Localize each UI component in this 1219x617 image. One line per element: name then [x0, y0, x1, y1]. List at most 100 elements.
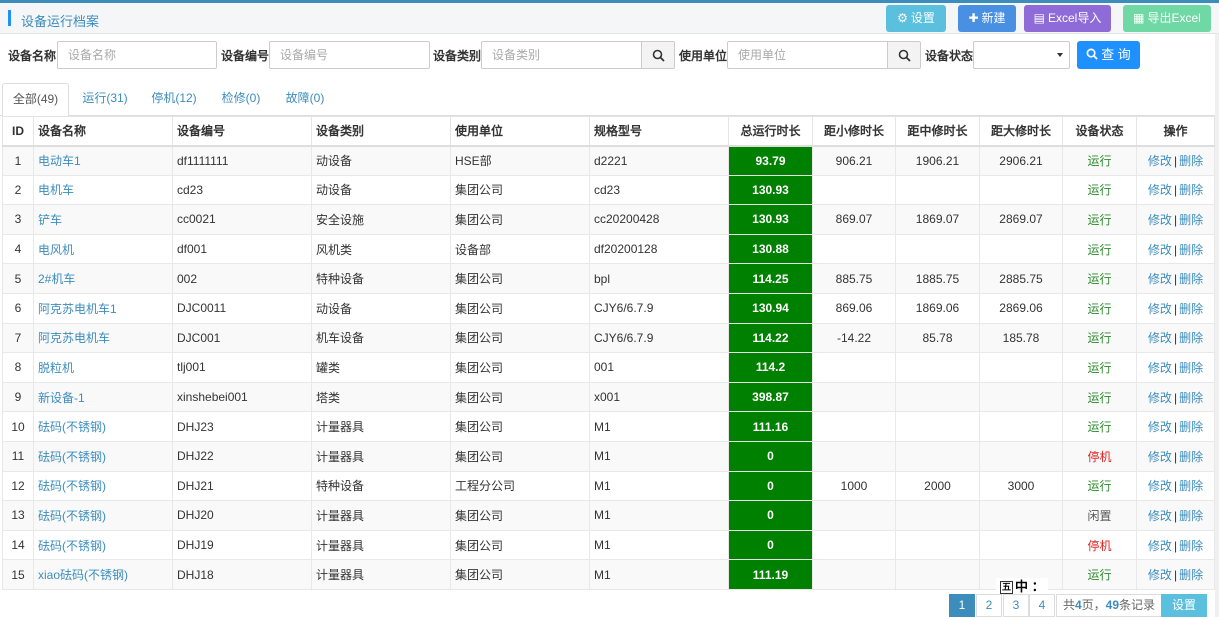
page-title: 设备运行档案 — [21, 14, 100, 29]
code-filter-input[interactable] — [269, 41, 430, 69]
equipment-name-link[interactable]: 砝码(不锈钢) — [38, 479, 106, 493]
edit-link[interactable]: 修改 — [1148, 272, 1172, 286]
equipment-name-link[interactable]: 阿克苏电机车 — [38, 331, 110, 345]
edit-link[interactable]: 修改 — [1148, 243, 1172, 257]
type-search-button[interactable] — [641, 41, 675, 69]
cell-type: 机车设备 — [311, 322, 451, 354]
delete-link[interactable]: 删除 — [1179, 272, 1203, 286]
cell-code: DJC001 — [172, 322, 312, 354]
excel-import-button[interactable]: ▤ Excel导入 — [1024, 5, 1111, 32]
equipment-name-link[interactable]: 脱粒机 — [38, 361, 74, 375]
edit-link[interactable]: 修改 — [1148, 479, 1172, 493]
cell-status: 运行 — [1062, 145, 1137, 176]
delete-link[interactable]: 删除 — [1179, 391, 1203, 405]
table-icon: ▦ — [1133, 11, 1145, 25]
query-button[interactable]: 查 询 — [1077, 41, 1140, 69]
edit-link[interactable]: 修改 — [1148, 302, 1172, 316]
cell-minor-repair: 869.07 — [812, 204, 896, 235]
tab-fault[interactable]: 故障(0) — [279, 83, 331, 116]
cell-minor-repair — [812, 529, 896, 561]
equipment-name-link[interactable]: 2#机车 — [38, 272, 75, 286]
equipment-name-link[interactable]: 砝码(不锈钢) — [38, 539, 106, 553]
col-header-model: 规格型号 — [589, 116, 729, 147]
cell-type: 动设备 — [311, 145, 451, 176]
cell-id: 5 — [2, 263, 34, 294]
cell-type: 塔类 — [311, 381, 451, 413]
cell-actions: 修改 | 删除 — [1136, 411, 1215, 442]
equipment-name-link[interactable]: 砝码(不锈钢) — [38, 450, 106, 464]
new-button[interactable]: ✚ 新建 — [958, 5, 1016, 32]
pagination-settings-button[interactable]: 设置 — [1161, 594, 1207, 617]
delete-link[interactable]: 删除 — [1179, 154, 1203, 168]
status-filter-select[interactable] — [973, 41, 1070, 69]
cell-id: 4 — [2, 233, 34, 265]
cell-model: M1 — [589, 470, 729, 502]
vertical-scrollbar[interactable] — [1215, 34, 1219, 617]
tab-stopped[interactable]: 停机(12) — [146, 83, 202, 116]
delete-link[interactable]: 删除 — [1179, 568, 1203, 582]
delete-link[interactable]: 删除 — [1179, 420, 1203, 434]
action-separator: | — [1173, 360, 1178, 375]
delete-link[interactable]: 删除 — [1179, 539, 1203, 553]
edit-link[interactable]: 修改 — [1148, 509, 1172, 523]
equipment-name-link[interactable]: xiao砝码(不锈钢) — [38, 568, 128, 582]
unit-search-button[interactable] — [887, 41, 921, 69]
equipment-name-link[interactable]: 阿克苏电机车1 — [38, 302, 117, 316]
cell-actions: 修改 | 删除 — [1136, 470, 1215, 502]
cell-medium-repair — [895, 440, 980, 472]
unit-filter-input[interactable] — [727, 41, 888, 69]
delete-link[interactable]: 删除 — [1179, 361, 1203, 375]
delete-link[interactable]: 删除 — [1179, 479, 1203, 493]
edit-link[interactable]: 修改 — [1148, 420, 1172, 434]
edit-link[interactable]: 修改 — [1148, 568, 1172, 582]
page-button-4[interactable]: 4 — [1029, 594, 1055, 617]
equipment-name-link[interactable]: 铲车 — [38, 213, 62, 227]
action-separator: | — [1173, 301, 1178, 316]
cell-id: 11 — [2, 440, 34, 472]
edit-link[interactable]: 修改 — [1148, 154, 1172, 168]
equipment-name-link[interactable]: 砝码(不锈钢) — [38, 509, 106, 523]
edit-link[interactable]: 修改 — [1148, 331, 1172, 345]
equipment-name-link[interactable]: 砝码(不锈钢) — [38, 420, 106, 434]
page-button-2[interactable]: 2 — [976, 594, 1002, 617]
cell-id: 1 — [2, 145, 34, 176]
delete-link[interactable]: 删除 — [1179, 509, 1203, 523]
delete-link[interactable]: 删除 — [1179, 302, 1203, 316]
edit-link[interactable]: 修改 — [1148, 183, 1172, 197]
page-button-3[interactable]: 3 — [1003, 594, 1029, 617]
cell-type: 动设备 — [311, 174, 451, 206]
equipment-name-link[interactable]: 电机车 — [38, 183, 74, 197]
cell-major-repair — [979, 381, 1063, 413]
edit-link[interactable]: 修改 — [1148, 391, 1172, 405]
delete-link[interactable]: 删除 — [1179, 213, 1203, 227]
type-filter-input[interactable] — [481, 41, 642, 69]
cell-unit: 集团公司 — [450, 440, 590, 472]
edit-link[interactable]: 修改 — [1148, 213, 1172, 227]
tab-all[interactable]: 全部(49) — [2, 83, 69, 117]
delete-link[interactable]: 删除 — [1179, 183, 1203, 197]
tab-running[interactable]: 运行(31) — [76, 83, 134, 116]
delete-link[interactable]: 删除 — [1179, 450, 1203, 464]
edit-link[interactable]: 修改 — [1148, 450, 1172, 464]
cell-actions: 修改 | 删除 — [1136, 352, 1215, 383]
tab-maintenance[interactable]: 检修(0) — [215, 83, 267, 116]
excel-export-button[interactable]: ▦ 导出Excel — [1123, 5, 1211, 32]
settings-button[interactable]: ⚙ 设置 — [886, 5, 946, 32]
equipment-name-link[interactable]: 新设备-1 — [38, 391, 85, 405]
cell-minor-repair — [812, 500, 896, 531]
cell-code: cc0021 — [172, 204, 312, 235]
delete-link[interactable]: 删除 — [1179, 243, 1203, 257]
name-filter-input[interactable] — [57, 41, 217, 69]
cell-major-repair: 2906.21 — [979, 145, 1063, 176]
code-filter-label: 设备编号 — [221, 49, 270, 63]
col-header-type: 设备类别 — [311, 116, 451, 147]
cell-major-repair — [979, 529, 1063, 561]
delete-link[interactable]: 删除 — [1179, 331, 1203, 345]
equipment-name-link[interactable]: 电风机 — [38, 243, 74, 257]
equipment-name-link[interactable]: 电动车1 — [38, 154, 81, 168]
page-button-1[interactable]: 1 — [949, 594, 975, 617]
cell-major-repair — [979, 352, 1063, 383]
edit-link[interactable]: 修改 — [1148, 361, 1172, 375]
new-button-label: 新建 — [981, 11, 1006, 25]
edit-link[interactable]: 修改 — [1148, 539, 1172, 553]
